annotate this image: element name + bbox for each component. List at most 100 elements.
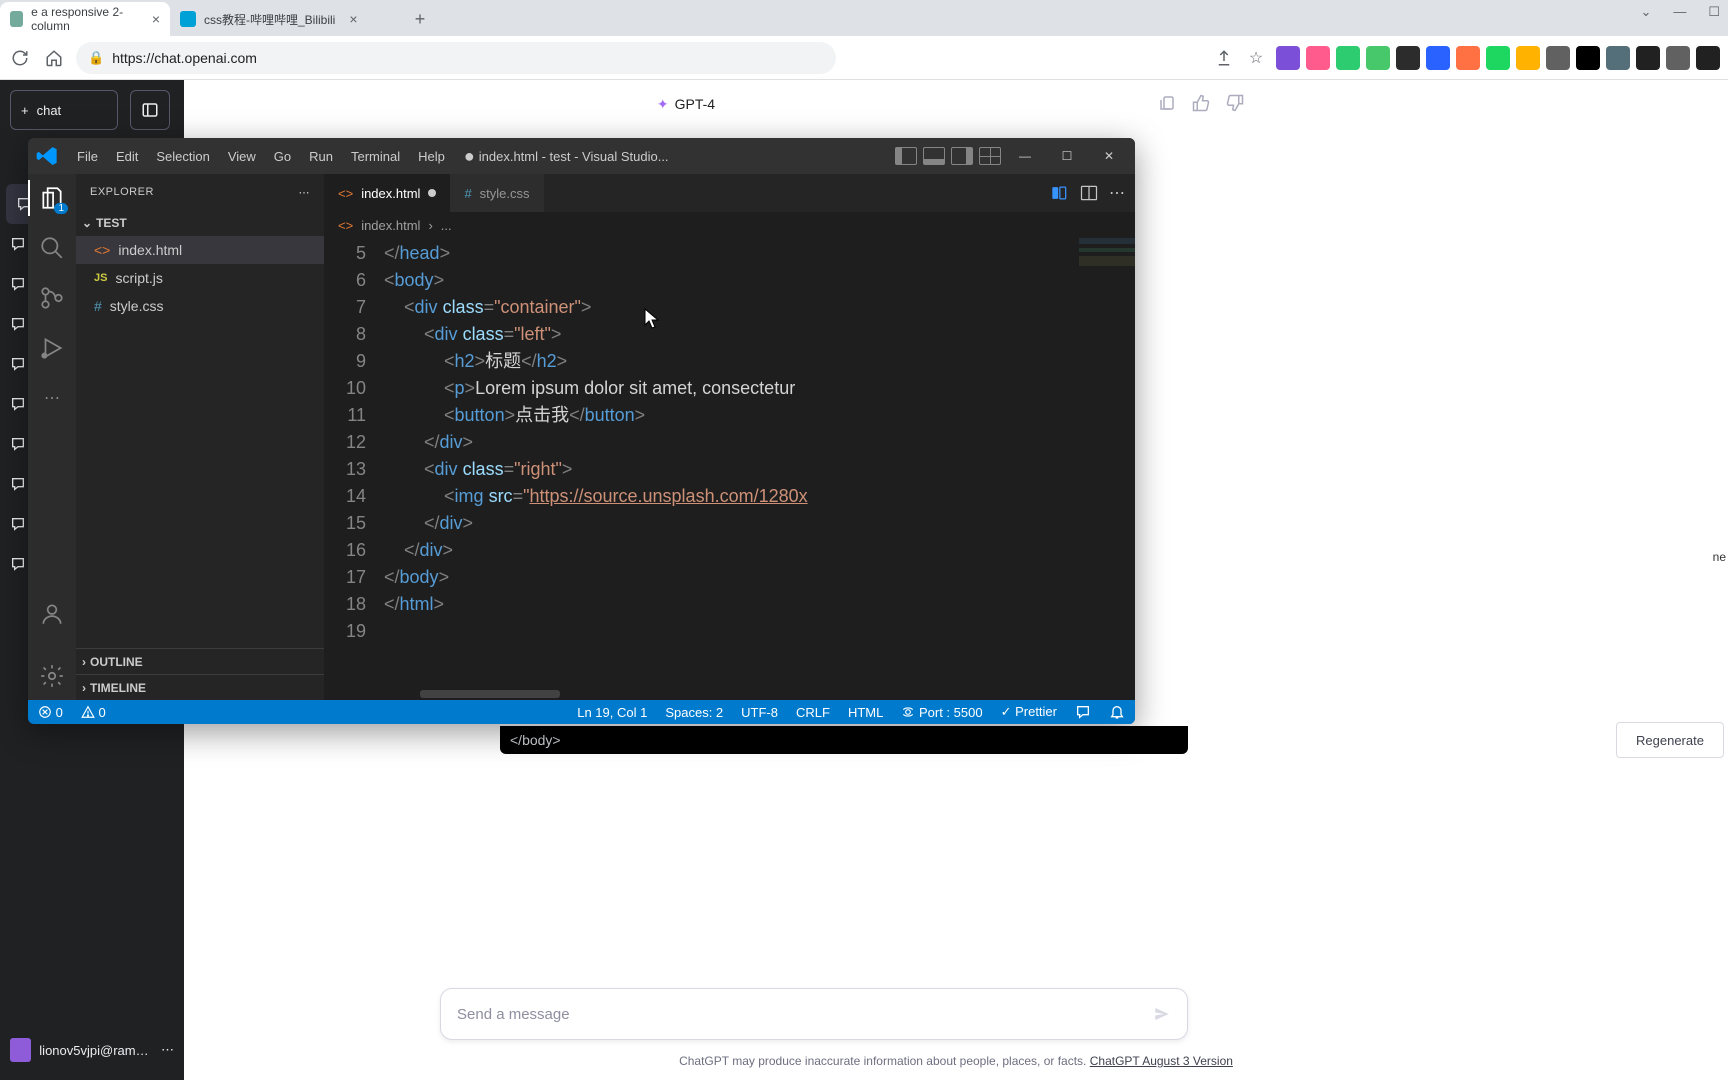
explorer-icon[interactable]: 1 [38, 184, 66, 212]
more-icon[interactable]: ⋯ [161, 1042, 174, 1058]
editor-tab-active[interactable]: <> index.html [324, 174, 450, 212]
extension-icon[interactable] [1696, 46, 1720, 70]
prettier-status[interactable]: Prettier [1001, 704, 1057, 720]
extension-icon[interactable] [1336, 46, 1360, 70]
menu-run[interactable]: Run [300, 138, 342, 174]
extension-icon[interactable] [1306, 46, 1330, 70]
run-debug-icon[interactable] [38, 334, 66, 362]
bell-icon[interactable] [1109, 704, 1125, 720]
workspace-folder[interactable]: ⌄ TEST [76, 210, 324, 236]
menu-help[interactable]: Help [409, 138, 454, 174]
input-placeholder: Send a message [457, 1006, 570, 1023]
status-errors[interactable]: 0 [38, 705, 63, 720]
browser-tab[interactable]: css教程-哔哩哔哩_Bilibili × [170, 2, 400, 36]
css-file-icon: # [464, 186, 471, 201]
menu-terminal[interactable]: Terminal [342, 138, 409, 174]
close-icon[interactable]: × [349, 11, 357, 27]
close-button[interactable]: ✕ [1091, 138, 1127, 174]
home-icon[interactable] [42, 46, 66, 70]
editor-tab[interactable]: # style.css [450, 174, 543, 212]
compare-icon[interactable] [1049, 183, 1069, 203]
extension-icon[interactable] [1396, 46, 1420, 70]
message-input[interactable]: Send a message [440, 988, 1188, 1040]
extension-icon[interactable] [1426, 46, 1450, 70]
split-editor-icon[interactable] [1079, 183, 1099, 203]
new-chat-button[interactable]: + chat [10, 90, 118, 130]
live-server-port[interactable]: Port : 5500 [901, 705, 982, 720]
search-icon[interactable] [38, 234, 66, 262]
user-menu[interactable]: lionov5vjpi@rambler... ⋯ [0, 1028, 184, 1072]
browser-tab-active[interactable]: e a responsive 2-column × [0, 2, 170, 36]
layout-bottom-icon[interactable] [923, 147, 945, 165]
window-dropdown-icon[interactable]: ⌄ [1640, 4, 1651, 20]
layout-right-icon[interactable] [951, 147, 973, 165]
extension-icon[interactable] [1366, 46, 1390, 70]
extension-icon[interactable] [1576, 46, 1600, 70]
address-bar[interactable]: 🔒 https://chat.openai.com [76, 42, 836, 74]
vscode-logo-icon [36, 145, 58, 167]
sidebar-toggle-button[interactable] [130, 90, 170, 130]
model-name: GPT-4 [675, 96, 715, 112]
cursor-position[interactable]: Ln 19, Col 1 [577, 705, 647, 720]
thumbs-up-icon[interactable] [1192, 94, 1210, 112]
settings-gear-icon[interactable] [38, 662, 66, 690]
chat-icon [10, 236, 26, 252]
layout-grid-icon[interactable] [979, 147, 1001, 165]
more-icon[interactable]: ⋯ [1109, 183, 1125, 203]
extension-icon[interactable] [1456, 46, 1480, 70]
timeline-section[interactable]: ›TIMELINE [76, 674, 324, 700]
feedback-icon[interactable] [1075, 704, 1091, 720]
file-tree-item[interactable]: #style.css [76, 292, 324, 320]
extension-icon[interactable] [1516, 46, 1540, 70]
status-warnings[interactable]: 0 [81, 705, 106, 720]
close-icon[interactable]: × [152, 11, 160, 27]
extension-icon[interactable] [1546, 46, 1570, 70]
minimap[interactable] [1079, 238, 1135, 278]
minimize-button[interactable]: — [1007, 138, 1043, 174]
menu-view[interactable]: View [219, 138, 265, 174]
layout-left-icon[interactable] [895, 147, 917, 165]
clipboard-icon[interactable] [1158, 94, 1176, 112]
breadcrumbs[interactable]: <> index.html › ... [324, 212, 1135, 238]
editor-tabs: <> index.html # style.css ⋯ [324, 174, 1135, 212]
thumbs-down-icon[interactable] [1226, 94, 1244, 112]
menu-file[interactable]: File [68, 138, 107, 174]
file-tree-item[interactable]: JSscript.js [76, 264, 324, 292]
more-icon[interactable]: ⋯ [299, 186, 311, 199]
encoding[interactable]: UTF-8 [741, 705, 778, 720]
code-block-tail: </body> [500, 726, 1188, 754]
vscode-titlebar[interactable]: FileEditSelectionViewGoRunTerminalHelp ●… [28, 138, 1135, 174]
version-link[interactable]: ChatGPT August 3 Version [1090, 1054, 1233, 1068]
extension-icon[interactable] [1636, 46, 1660, 70]
menu-go[interactable]: Go [265, 138, 300, 174]
new-tab-button[interactable]: + [406, 5, 434, 33]
extension-icon[interactable] [1666, 46, 1690, 70]
horizontal-scrollbar[interactable] [324, 688, 1135, 700]
file-tree-item[interactable]: <>index.html [76, 236, 324, 264]
menu-selection[interactable]: Selection [147, 138, 218, 174]
eol[interactable]: CRLF [796, 705, 830, 720]
account-icon[interactable] [38, 600, 66, 628]
extension-icon[interactable] [1606, 46, 1630, 70]
regenerate-button[interactable]: Regenerate [1616, 722, 1724, 758]
menu-edit[interactable]: Edit [107, 138, 147, 174]
share-icon[interactable] [1212, 46, 1236, 70]
language-mode[interactable]: HTML [848, 705, 883, 720]
source-control-icon[interactable] [38, 284, 66, 312]
maximize-button[interactable]: ☐ [1049, 138, 1085, 174]
window-title: index.html - test - Visual Studio... [479, 149, 669, 164]
url-text: https://chat.openai.com [112, 50, 257, 66]
extension-icon[interactable] [1276, 46, 1300, 70]
send-icon[interactable] [1153, 1005, 1171, 1023]
code-editor[interactable]: 5678910111213141516171819 </head><body> … [324, 238, 1135, 688]
more-icon[interactable]: ⋯ [38, 384, 66, 412]
browser-tab-title: e a responsive 2-column [31, 5, 138, 33]
bookmark-star-icon[interactable]: ☆ [1244, 46, 1268, 70]
reload-icon[interactable] [8, 46, 32, 70]
extension-icon[interactable] [1486, 46, 1510, 70]
outline-section[interactable]: ›OUTLINE [76, 648, 324, 674]
window-minimize-icon[interactable]: — [1673, 4, 1686, 20]
chatgpt-favicon-icon [10, 11, 23, 27]
window-maximize-icon[interactable]: ☐ [1708, 4, 1720, 20]
indentation[interactable]: Spaces: 2 [665, 705, 723, 720]
